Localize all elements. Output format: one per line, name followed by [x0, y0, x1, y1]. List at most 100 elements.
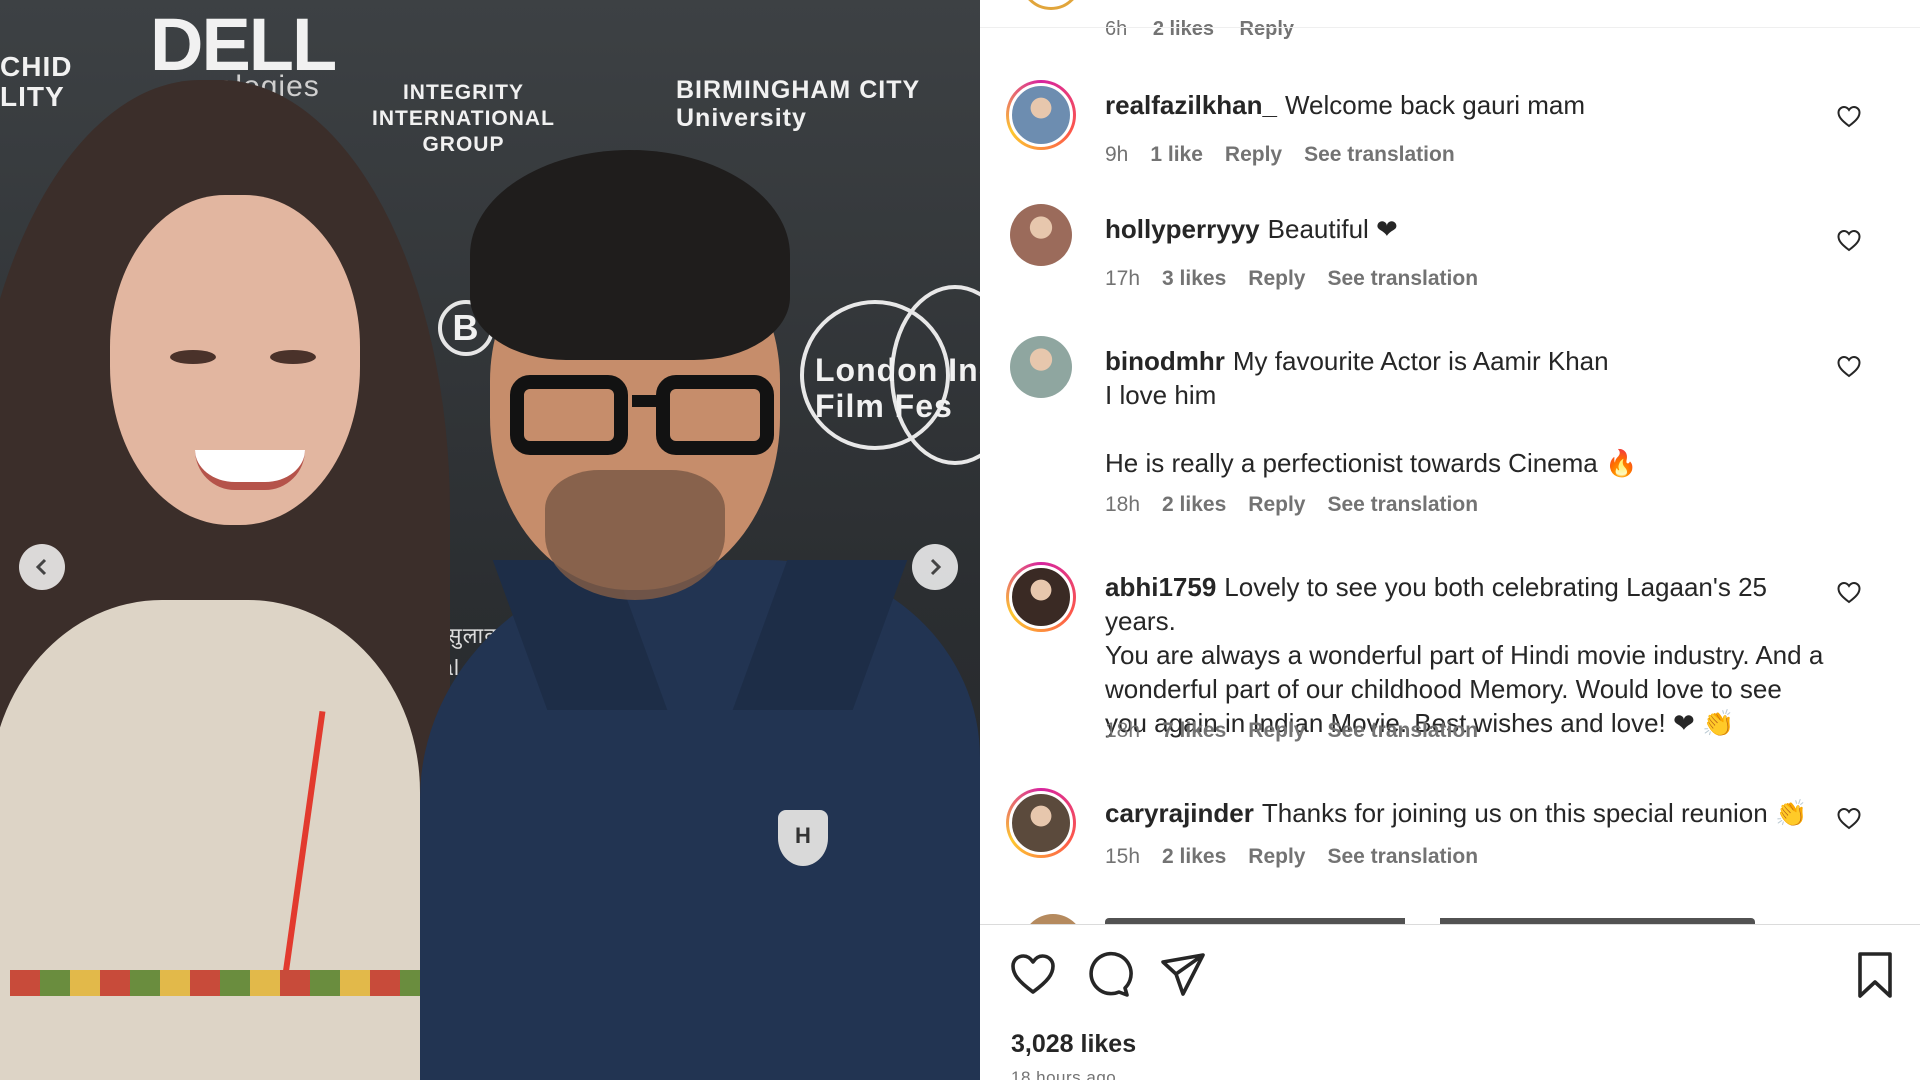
avatar-image [1009, 791, 1073, 855]
avatar[interactable] [1006, 788, 1076, 858]
comment-line: hollyperryyy Beautiful ❤ [1105, 212, 1825, 246]
comment-meta: 18h 7 likes Reply See translation [1105, 719, 1500, 743]
comment-time: 18h [1105, 493, 1141, 516]
comment-username[interactable]: abhi1759 [1105, 572, 1216, 602]
comment-like-heart-icon[interactable] [1836, 104, 1862, 130]
man-beard [545, 470, 725, 600]
comment-meta: 17h 3 likes Reply See translation [1105, 267, 1500, 291]
comment-time: 6h [1105, 18, 1128, 40]
comment-line: He is really a perfectionist towards Cin… [1105, 446, 1825, 480]
carousel-next-button[interactable] [912, 544, 958, 590]
reply-button[interactable]: Reply [1248, 845, 1305, 868]
comment-username[interactable]: caryrajinder [1105, 798, 1254, 828]
woman-top [0, 600, 420, 1080]
london-film-festival-logo: London Ind Film Fes [815, 352, 980, 424]
likes-count[interactable]: 3,028 likes [1011, 1030, 1136, 1059]
comment-text: My favourite Actor is Aamir Khan [1232, 346, 1609, 376]
comment-like-heart-icon[interactable] [1836, 580, 1862, 606]
comment-line: binodmhr My favourite Actor is Aamir Khan [1105, 344, 1825, 378]
post-action-bar [980, 950, 1920, 1010]
comment-likes[interactable]: 2 likes [1153, 18, 1214, 40]
integrity-group-logo: INTEGRITY INTERNATIONAL GROUP [372, 81, 555, 156]
reply-button[interactable]: Reply [1248, 267, 1305, 290]
post-photo[interactable]: DELL nologies CHID LITY INTEGRITY INTERN… [0, 0, 980, 1080]
avatar-image [1010, 336, 1072, 398]
comment-icon[interactable] [1083, 950, 1133, 1000]
comment-text: You are always a wonderful part of Hindi… [1105, 640, 1824, 670]
comment-username[interactable]: realfazilkhan_ [1105, 90, 1277, 120]
avatar[interactable] [1006, 562, 1076, 632]
comment-meta: 18h 2 likes Reply See translation [1105, 493, 1500, 517]
see-translation-link[interactable]: See translation [1327, 493, 1478, 516]
comment-time: 18h [1105, 719, 1141, 742]
comment-likes[interactable]: 3 likes [1162, 267, 1226, 290]
carousel-prev-button[interactable] [19, 544, 65, 590]
see-translation-link[interactable]: See translation [1304, 143, 1455, 166]
comment-username[interactable]: hollyperryyy [1105, 214, 1260, 244]
reply-button[interactable]: Reply [1248, 719, 1305, 742]
comment-time: 9h [1105, 143, 1129, 166]
comment-line: abhi1759 Lovely to see you both celebrati… [1105, 570, 1825, 638]
see-translation-link[interactable]: See translation [1327, 267, 1478, 290]
comment-line: realfazilkhan_ Welcome back gauri mam [1105, 88, 1825, 122]
comment-text: Welcome back gauri mam [1284, 90, 1586, 120]
see-translation-link[interactable]: See translation [1327, 719, 1478, 742]
comment-meta: 9h 1 like Reply See translation [1105, 143, 1477, 167]
man-polo-shirt [420, 560, 980, 1080]
comment-time: 17h [1105, 267, 1141, 290]
reply-button[interactable]: Reply [1248, 493, 1305, 516]
comment-text: wonderful part of our childhood Memory. … [1105, 674, 1782, 704]
avatar[interactable] [1022, 914, 1084, 924]
woman-embroidery [10, 970, 420, 996]
man-hair [470, 150, 790, 360]
chevron-right-icon [930, 558, 942, 576]
comment-text: Thanks for joining us on this special re… [1261, 798, 1808, 828]
chevron-left-icon [35, 558, 47, 576]
comment-likes[interactable]: 2 likes [1162, 845, 1226, 868]
bookmark-icon[interactable] [1850, 950, 1900, 1000]
comment-likes[interactable]: 1 like [1150, 143, 1203, 166]
comments-list[interactable]: 6h 2 likes Reply realfazilkhan_ Welcome b… [980, 0, 1920, 925]
comment-username[interactable]: binodmhr [1105, 346, 1225, 376]
avatar[interactable] [1020, 0, 1082, 10]
avatar[interactable] [1010, 204, 1072, 266]
shirt-crest: H [778, 810, 828, 866]
comment-text: I love him [1105, 380, 1217, 410]
posted-time: 18 hours ago [1011, 1068, 1117, 1080]
see-translation-link[interactable]: See translation [1327, 845, 1478, 868]
previous-comment-meta: 6h 2 likes Reply [1105, 18, 1314, 41]
comments-panel: 6h 2 likes Reply realfazilkhan_ Welcome b… [980, 0, 1920, 1080]
avatar-image [1009, 565, 1073, 629]
comment-like-heart-icon[interactable] [1836, 806, 1862, 832]
woman-eye [270, 350, 316, 364]
comment-like-heart-icon[interactable] [1836, 354, 1862, 380]
comment-line: I love him [1105, 378, 1825, 412]
woman-eye [170, 350, 216, 364]
comment-line: You are always a wonderful part of Hindi… [1105, 638, 1825, 672]
avatar[interactable] [1006, 80, 1076, 150]
reply-button[interactable]: Reply [1225, 143, 1282, 166]
share-icon[interactable] [1158, 950, 1208, 1000]
comment-blank-line [1105, 412, 1825, 446]
reply-button[interactable]: Reply [1240, 18, 1294, 40]
birmingham-city-university-logo: BIRMINGHAM CITY University [676, 76, 921, 132]
comment-body: realfazilkhan_ Welcome back gauri mam [1105, 88, 1825, 122]
comment-meta: 15h 2 likes Reply See translation [1105, 845, 1500, 869]
avatar-image [1009, 83, 1073, 147]
comment-likes[interactable]: 2 likes [1162, 493, 1226, 516]
comment-like-heart-icon[interactable] [1836, 228, 1862, 254]
comment-body: caryrajinder Thanks for joining us on thi… [1105, 796, 1825, 830]
glasses-lens [656, 375, 774, 455]
comment-likes[interactable]: 7 likes [1162, 719, 1226, 742]
glasses-bridge [632, 395, 662, 407]
comment-body: abhi1759 Lovely to see you both celebrati… [1105, 570, 1825, 740]
heart-icon[interactable] [1008, 950, 1058, 1000]
comment-text: Beautiful ❤ [1267, 214, 1398, 244]
avatar-image [1010, 204, 1072, 266]
avatar[interactable] [1010, 336, 1072, 398]
comment-time: 15h [1105, 845, 1141, 868]
divider [980, 27, 1920, 28]
comment-body: hollyperryyy Beautiful ❤ [1105, 212, 1825, 246]
comment-body: binodmhr My favourite Actor is Aamir Khan… [1105, 344, 1825, 480]
comment-line: caryrajinder Thanks for joining us on thi… [1105, 796, 1825, 830]
